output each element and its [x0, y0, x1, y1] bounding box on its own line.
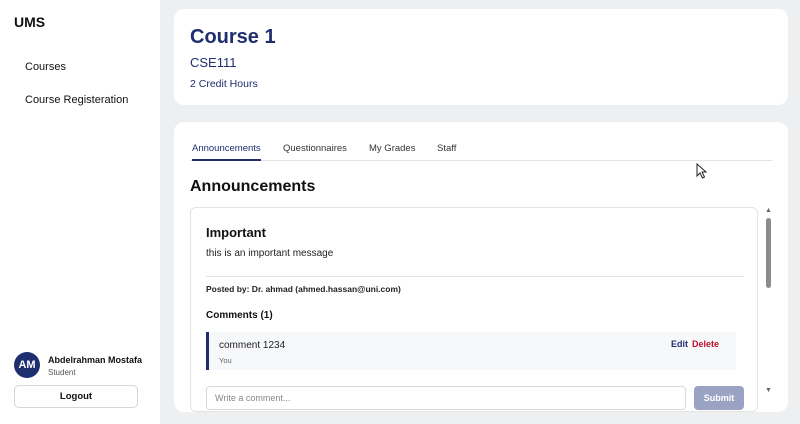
comment-author: You [219, 356, 232, 365]
course-title: Course 1 [190, 26, 276, 48]
scroll-down-icon[interactable]: ▼ [765, 387, 772, 394]
app-brand: UMS [14, 14, 46, 30]
divider [206, 276, 744, 277]
tab-announcements[interactable]: Announcements [192, 143, 261, 161]
announcement-author: Posted by: Dr. ahmad (ahmed.hassan@uni.c… [206, 284, 401, 294]
comment-item: comment 1234 You Edit Delete [206, 332, 736, 370]
avatar: AM [14, 352, 40, 378]
comments-heading: Comments (1) [206, 310, 273, 321]
submit-comment-button[interactable]: Submit [694, 386, 744, 410]
edit-comment-button[interactable]: Edit [671, 339, 688, 349]
scrollbar[interactable]: ▲ ▼ [764, 207, 774, 397]
announcement-card: Important this is an important message P… [190, 207, 758, 412]
tab-questionnaires[interactable]: Questionnaires [283, 143, 347, 154]
tab-bar: Announcements Questionnaires My Grades S… [190, 139, 772, 161]
announcement-title: Important [206, 225, 266, 240]
logout-button[interactable]: Logout [14, 385, 138, 408]
user-profile: AM Abdelrahman Mostafa Student [14, 351, 154, 381]
mouse-pointer-icon [696, 163, 708, 179]
course-code: CSE111 [190, 55, 237, 70]
sidebar: UMS Courses Course Registeration AM Abde… [0, 0, 160, 424]
delete-comment-button[interactable]: Delete [692, 339, 719, 349]
scroll-up-icon[interactable]: ▲ [765, 207, 772, 214]
user-role: Student [48, 368, 76, 377]
tab-staff[interactable]: Staff [437, 143, 456, 154]
course-credit-hours: 2 Credit Hours [190, 78, 258, 90]
comment-input[interactable] [206, 386, 686, 410]
sidebar-item-course-registration[interactable]: Course Registeration [25, 94, 128, 106]
tab-my-grades[interactable]: My Grades [369, 143, 415, 154]
comment-text: comment 1234 [219, 340, 286, 351]
sidebar-item-courses[interactable]: Courses [25, 61, 66, 73]
scrollbar-thumb[interactable] [766, 218, 771, 288]
user-name: Abdelrahman Mostafa [48, 355, 143, 365]
announcement-message: this is an important message [206, 248, 334, 259]
section-title: Announcements [190, 178, 316, 195]
course-header-card: Course 1 CSE111 2 Credit Hours [174, 9, 788, 105]
